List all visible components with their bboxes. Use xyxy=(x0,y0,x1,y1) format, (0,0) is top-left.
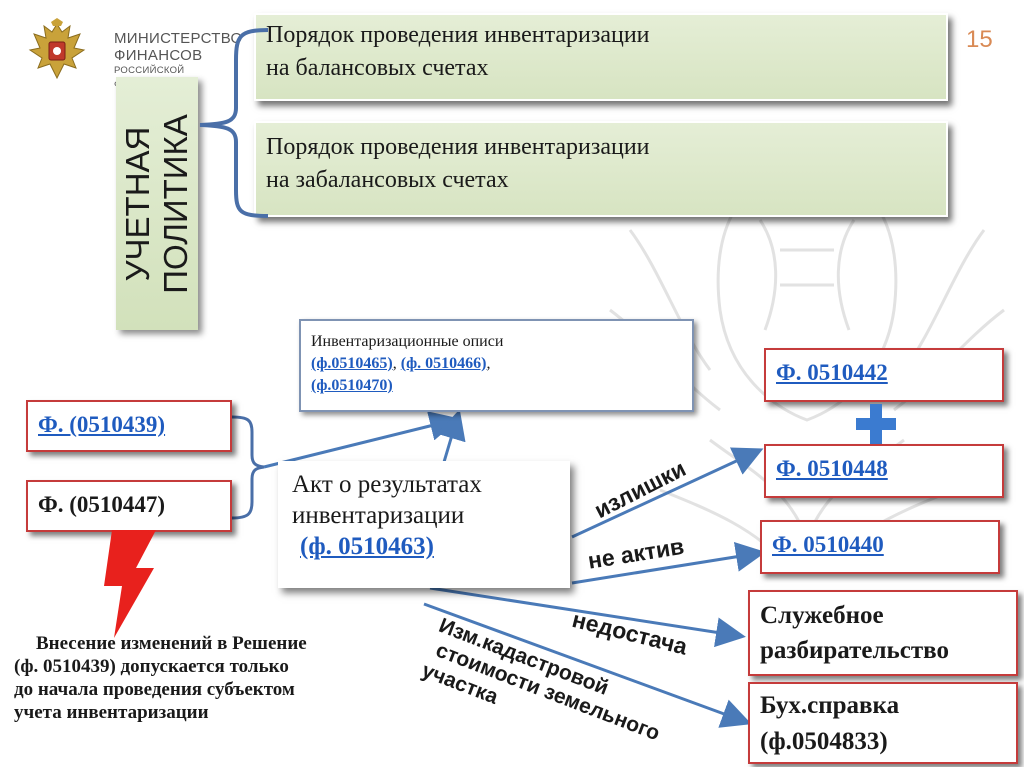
inventory-sep2: , xyxy=(486,355,491,372)
form-0510463-link[interactable]: (ф. 0510463) xyxy=(300,533,434,560)
offbalance-accounts-box: Порядок проведения инвентаризации на заб… xyxy=(254,121,948,217)
offbalance-line1: Порядок проведения инвентаризации xyxy=(266,134,650,160)
change-note: Внесение изменений в Решение (ф. 0510439… xyxy=(14,632,414,724)
form-0510447-box: Ф. (0510447) xyxy=(26,480,232,532)
note-line3: до начала проведения субъектом xyxy=(14,679,295,700)
forms-bracket xyxy=(231,415,265,520)
form-0510448-link[interactable]: Ф. 0510448 xyxy=(776,456,888,481)
note-line2: (ф. 0510439) допускается только xyxy=(14,656,289,677)
form-0510465-link[interactable]: (ф.0510465) xyxy=(311,355,393,372)
form-0510439-box: Ф. (0510439) xyxy=(26,400,232,452)
certificate-line2: (ф.0504833) xyxy=(760,728,888,755)
form-0510440-box: Ф. 0510440 xyxy=(760,520,1000,574)
ministry-line1: МИНИСТЕРСТВО xyxy=(114,30,243,47)
act-line1: Акт о результатах xyxy=(292,471,482,498)
act-results-box: Акт о результатах инвентаризации (ф. 051… xyxy=(278,461,570,588)
policy-label-line1: УЧЕТНАЯ xyxy=(119,126,157,281)
offbalance-line2: на забалансовых счетах xyxy=(266,167,509,193)
investigation-line1: Служебное xyxy=(760,602,884,629)
accounting-certificate-box: Бух.справка (ф.0504833) xyxy=(748,682,1018,764)
plus-icon xyxy=(856,404,896,444)
balance-accounts-box: Порядок проведения инвентаризации на бал… xyxy=(254,13,948,101)
investigation-line2: разбирательство xyxy=(760,637,949,664)
policy-label: УЧЕТНАЯ ПОЛИТИКА xyxy=(116,77,198,330)
shortage-label: недостача xyxy=(569,606,690,660)
inventory-sep1: , xyxy=(392,355,401,372)
form-0510442-link[interactable]: Ф. 0510442 xyxy=(776,360,888,385)
balance-line2: на балансовых счетах xyxy=(266,55,489,81)
inventory-descriptions-box: Инвентаризационные описи (ф.0510465), (ф… xyxy=(299,319,694,412)
form-0510470-link[interactable]: (ф.0510470) xyxy=(311,377,393,394)
ministry-line2: ФИНАНСОВ xyxy=(114,47,203,64)
lightning-icon xyxy=(104,530,156,638)
coat-of-arms-icon xyxy=(28,18,86,80)
slide-number: 15 xyxy=(966,26,993,53)
form-0510448-box: Ф. 0510448 xyxy=(764,444,1004,498)
form-0510440-link[interactable]: Ф. 0510440 xyxy=(772,532,884,557)
note-line4: учета инвентаризации xyxy=(14,702,209,723)
inventory-title: Инвентаризационные описи xyxy=(311,333,504,350)
form-0510439-link[interactable]: Ф. (0510439) xyxy=(38,412,165,437)
form-0510447-label: Ф. (0510447) xyxy=(38,492,166,517)
investigation-box: Служебное разбирательство xyxy=(748,590,1018,676)
note-line1: Внесение изменений в Решение xyxy=(36,633,307,654)
act-line2: инвентаризации xyxy=(292,502,465,529)
certificate-line1: Бух.справка xyxy=(760,692,900,719)
policy-label-line2: ПОЛИТИКА xyxy=(157,113,195,294)
form-0510442-box: Ф. 0510442 xyxy=(764,348,1004,402)
form-0510466-link[interactable]: (ф. 0510466) xyxy=(401,355,487,372)
balance-line1: Порядок проведения инвентаризации xyxy=(266,22,650,48)
